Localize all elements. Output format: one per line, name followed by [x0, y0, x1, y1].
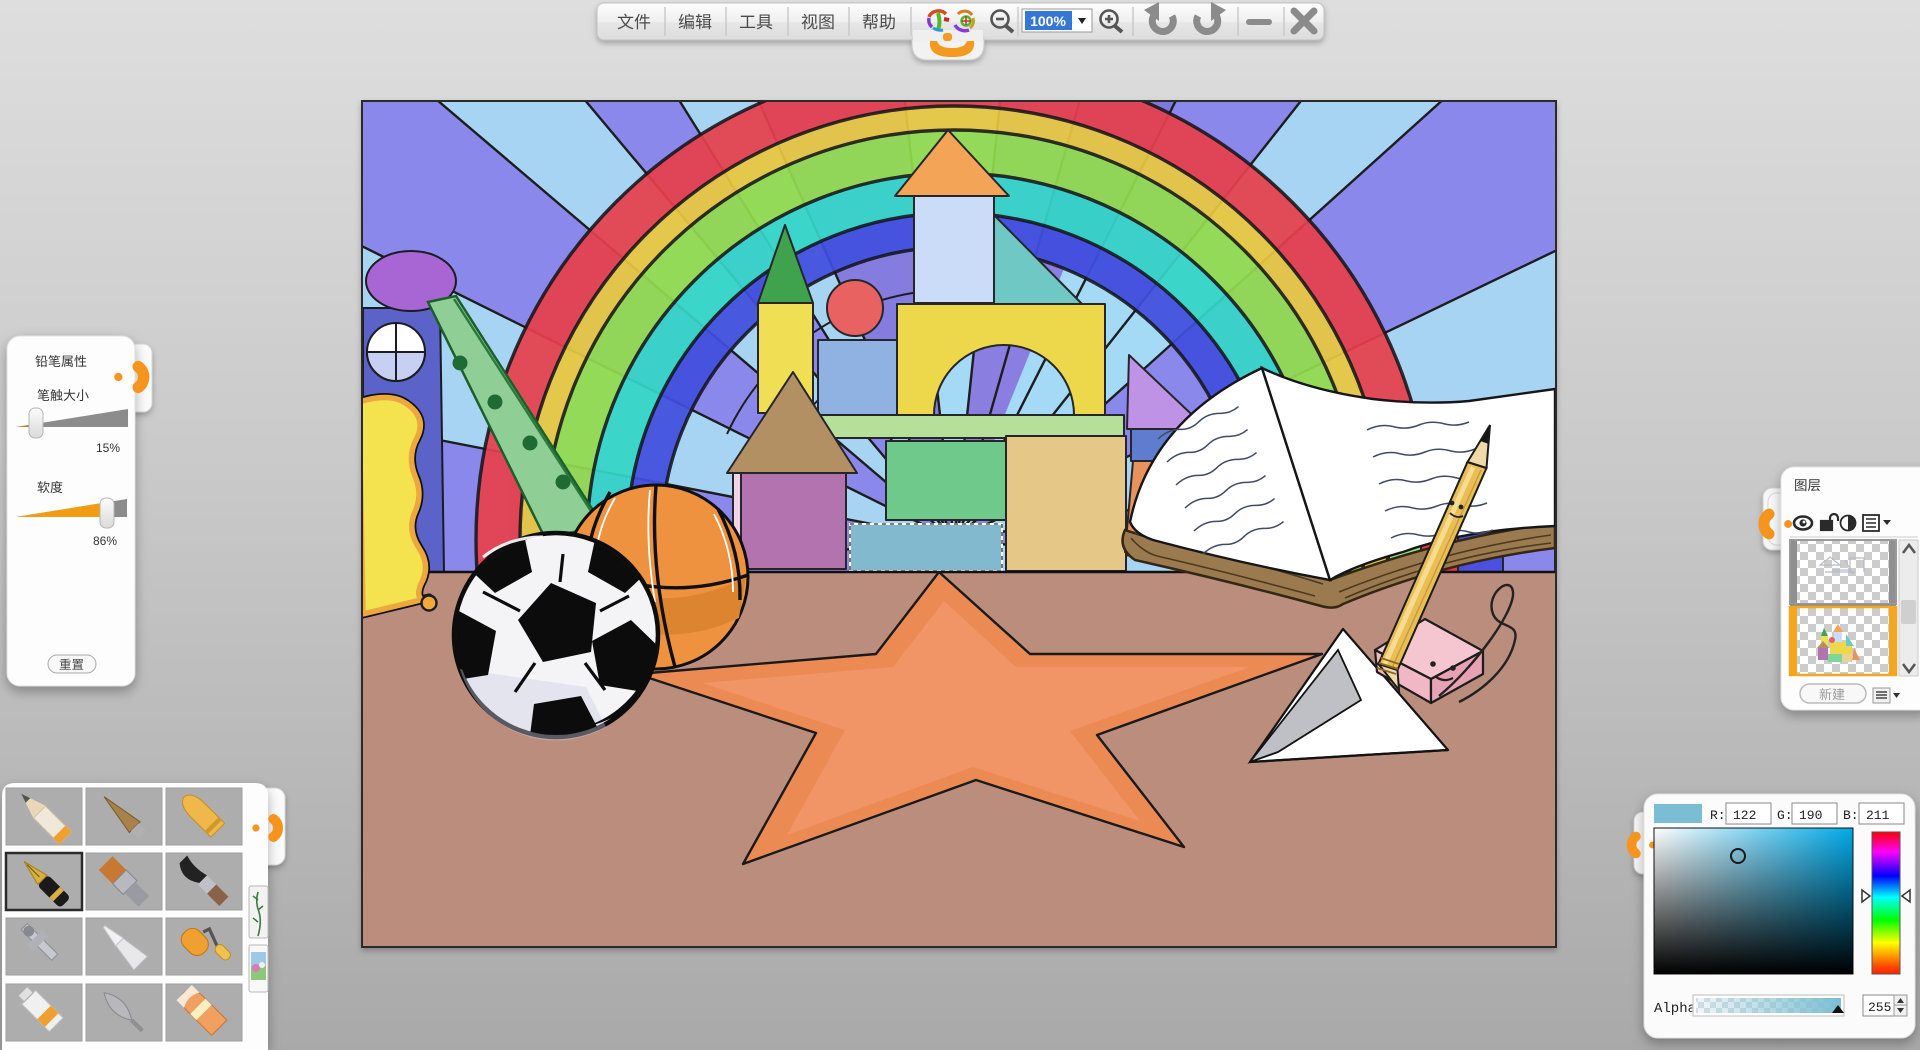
svg-text:R:: R: — [1710, 808, 1726, 823]
svg-text:86%: 86% — [93, 534, 117, 548]
svg-text:Alpha: Alpha — [1654, 1001, 1696, 1017]
svg-text:190: 190 — [1799, 808, 1822, 823]
svg-text:B:: B: — [1843, 808, 1859, 823]
svg-text:G:: G: — [1777, 808, 1793, 823]
svg-text:100%: 100% — [1030, 13, 1066, 29]
svg-text:15%: 15% — [96, 441, 120, 455]
svg-text:211: 211 — [1866, 808, 1890, 823]
svg-text:255: 255 — [1868, 1000, 1891, 1015]
svg-text:122: 122 — [1733, 808, 1756, 823]
